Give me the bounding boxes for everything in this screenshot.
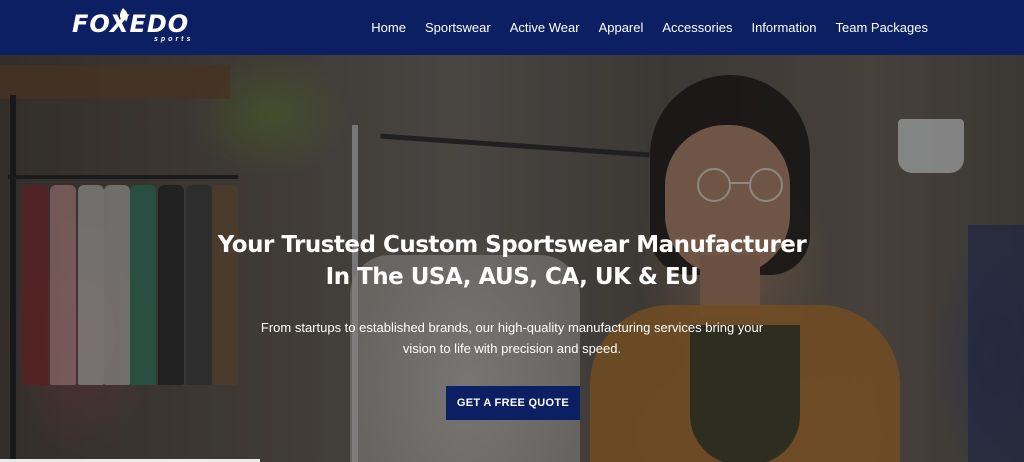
nav-item-home[interactable]: Home: [371, 20, 406, 35]
hero-title-line-1: Your Trusted Custom Sportswear Manufactu…: [217, 232, 807, 258]
hero-title-line-2: In The USA, AUS, CA, UK & EU: [325, 264, 699, 290]
hero-subtitle: From startups to established brands, our…: [182, 317, 842, 359]
hero-title: Your Trusted Custom Sportswear Manufactu…: [112, 229, 912, 293]
get-free-quote-button[interactable]: GET A FREE QUOTE: [446, 386, 580, 420]
hero-subtitle-line-2: vision to life with precision and speed.: [402, 341, 622, 356]
main-nav: Home Sportswear Active Wear Apparel Acce…: [352, 0, 928, 55]
site-header: FOXEDO sports Home Sportswear Active Wea…: [0, 0, 1024, 55]
nav-item-sportswear[interactable]: Sportswear: [425, 20, 491, 35]
logo-subtitle: sports: [154, 36, 194, 43]
nav-item-apparel[interactable]: Apparel: [599, 20, 644, 35]
nav-item-accessories[interactable]: Accessories: [662, 20, 732, 35]
hero-content: Your Trusted Custom Sportswear Manufactu…: [0, 55, 1024, 462]
hero-section: Your Trusted Custom Sportswear Manufactu…: [0, 55, 1024, 462]
foxedo-logo[interactable]: FOXEDO sports: [72, 8, 204, 46]
nav-item-team-packages[interactable]: Team Packages: [836, 20, 929, 35]
nav-item-active-wear[interactable]: Active Wear: [510, 20, 580, 35]
nav-item-information[interactable]: Information: [751, 20, 816, 35]
logo-wordmark: FOXEDO: [72, 10, 190, 38]
hero-subtitle-line-1: From startups to established brands, our…: [260, 320, 764, 335]
